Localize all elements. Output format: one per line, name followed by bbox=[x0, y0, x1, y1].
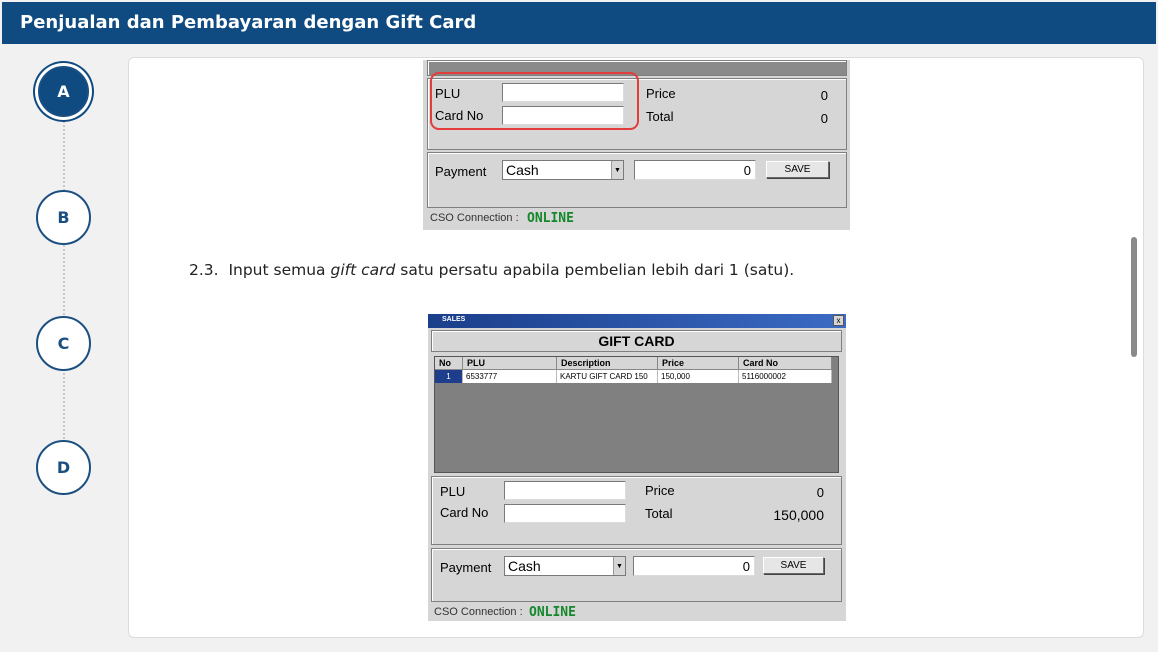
instruction-text-after: satu persatu apabila pembelian lebih dar… bbox=[400, 261, 795, 279]
gift-payment-method-select[interactable]: Cash ▼ bbox=[504, 556, 626, 576]
header-bar: Penjualan dan Pembayaran dengan Gift Car… bbox=[2, 2, 1156, 44]
price-label: Price bbox=[646, 86, 676, 101]
gift-total-value: 150,000 bbox=[773, 507, 824, 523]
total-value: 0 bbox=[820, 111, 828, 126]
window-titlebar: SALES x bbox=[428, 314, 846, 328]
window-title: SALES bbox=[442, 316, 466, 323]
gift-plu-label: PLU bbox=[440, 484, 466, 499]
table-row-plu[interactable]: 6533777 bbox=[463, 370, 557, 383]
gift-connection-status: ONLINE bbox=[529, 605, 576, 620]
heading-panel: GIFT CARD bbox=[431, 330, 842, 352]
gift-save-button[interactable]: SAVE bbox=[763, 557, 824, 574]
window-heading: GIFT CARD bbox=[598, 333, 675, 349]
table-row-description[interactable]: KARTU GIFT CARD 150 bbox=[557, 370, 658, 383]
gift-price-label: Price bbox=[645, 483, 675, 498]
dropdown-arrow-icon[interactable]: ▼ bbox=[611, 161, 623, 179]
payment-method-select[interactable]: Cash ▼ bbox=[502, 160, 624, 180]
connection-status: ONLINE bbox=[527, 211, 574, 226]
table-row-no[interactable]: 1 bbox=[435, 370, 463, 383]
payment-label: Payment bbox=[435, 164, 487, 179]
payment-panel: Payment Cash ▼ 0 SAVE bbox=[427, 152, 847, 208]
step-connector bbox=[63, 118, 65, 463]
payment-method-value: Cash bbox=[506, 162, 539, 178]
page-title: Penjualan dan Pembayaran dengan Gift Car… bbox=[20, 12, 477, 33]
step-d-label: D bbox=[56, 458, 71, 477]
table-row-card-no[interactable]: 5116000002 bbox=[739, 370, 832, 383]
column-header-no[interactable]: No bbox=[435, 357, 463, 370]
highlight-box bbox=[430, 72, 639, 130]
gift-total-label: Total bbox=[645, 506, 673, 521]
gift-card-no-label: Card No bbox=[440, 505, 489, 520]
gift-price-value: 0 bbox=[816, 485, 824, 500]
step-c-label: C bbox=[57, 334, 70, 353]
close-icon[interactable]: x bbox=[833, 315, 844, 326]
scrollbar-thumb[interactable] bbox=[1131, 237, 1137, 357]
items-grid[interactable]: No PLU Description Price Card No 1 65337… bbox=[434, 356, 839, 473]
gift-payment-panel: Payment Cash ▼ 0 SAVE bbox=[431, 548, 842, 602]
save-button[interactable]: SAVE bbox=[766, 161, 829, 178]
column-header-description[interactable]: Description bbox=[557, 357, 658, 370]
gift-connection-label: CSO Connection : bbox=[434, 606, 523, 618]
gift-dropdown-arrow-icon[interactable]: ▼ bbox=[613, 557, 625, 575]
gift-payment-label: Payment bbox=[440, 560, 492, 575]
step-d-button[interactable]: D bbox=[36, 440, 91, 495]
instruction-text: 2.3. Input semua gift card satu persatu … bbox=[189, 261, 794, 279]
column-header-card-no[interactable]: Card No bbox=[739, 357, 832, 370]
gift-card-window: SALES x GIFT CARD No PLU Description Pri… bbox=[428, 314, 846, 621]
step-c-button[interactable]: C bbox=[36, 316, 91, 371]
gift-amount-input[interactable]: 0 bbox=[633, 556, 755, 576]
connection-label: CSO Connection : bbox=[430, 212, 519, 224]
amount-input[interactable]: 0 bbox=[634, 160, 756, 180]
step-b-button[interactable]: B bbox=[36, 190, 91, 245]
price-value: 0 bbox=[820, 88, 828, 103]
gift-amount-value: 0 bbox=[742, 559, 750, 574]
table-row-price[interactable]: 150,000 bbox=[658, 370, 739, 383]
amount-value: 0 bbox=[743, 163, 751, 178]
column-header-plu[interactable]: PLU bbox=[463, 357, 557, 370]
gift-card-no-input[interactable] bbox=[504, 504, 626, 523]
top-form-screenshot: PLU Card No Price 0 Total 0 Payment Cash… bbox=[423, 60, 850, 230]
step-a-button[interactable]: A bbox=[38, 66, 89, 117]
step-b-label: B bbox=[57, 208, 70, 227]
gift-plu-input[interactable] bbox=[504, 481, 626, 500]
instruction-emphasis: gift card bbox=[330, 261, 396, 279]
gift-input-panel: PLU Card No Price 0 Total 150,000 bbox=[431, 476, 842, 545]
step-a-label: A bbox=[57, 82, 70, 101]
total-label: Total bbox=[646, 109, 674, 124]
column-header-price[interactable]: Price bbox=[658, 357, 739, 370]
gift-payment-method-value: Cash bbox=[508, 558, 541, 574]
instruction-number: 2.3. bbox=[189, 261, 219, 279]
instruction-text-before: Input semua bbox=[228, 261, 326, 279]
